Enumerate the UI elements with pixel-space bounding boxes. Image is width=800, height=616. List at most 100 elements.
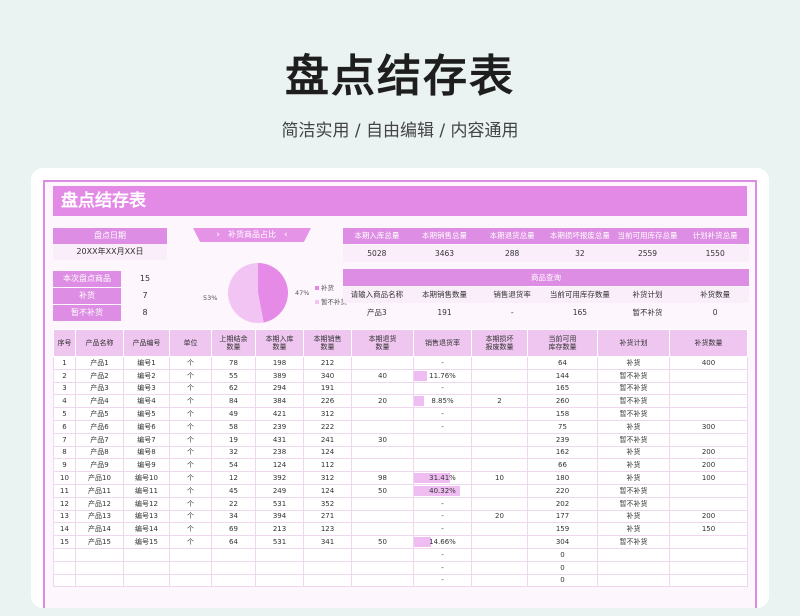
query-header-1: 本期销售数量: [422, 290, 467, 299]
cell-code: 编号14: [123, 522, 170, 537]
table-row: -0: [53, 547, 748, 562]
cell-amt: [669, 573, 748, 588]
cell-amt: [669, 368, 748, 383]
cell-prev: 62: [211, 381, 256, 396]
legend-swatch-restock: [315, 286, 319, 290]
cell-code: 编号8: [123, 445, 170, 460]
cell-stock: 165: [527, 381, 598, 396]
cell-ret: [351, 419, 414, 434]
cell-no: 6: [53, 419, 76, 434]
cell-no: 10: [53, 471, 76, 485]
cell-unit: 个: [169, 432, 212, 447]
cell-ret: [351, 560, 414, 575]
cell-sold: 352: [303, 496, 352, 511]
rate-text: -: [441, 550, 444, 559]
cell-in: 392: [255, 471, 304, 485]
query-header-3: 当前可用库存数量: [549, 290, 610, 299]
cell-name: 产品6: [75, 419, 124, 434]
query-value-0[interactable]: 产品3: [343, 304, 411, 321]
cell-rate: -: [413, 419, 472, 434]
cell-stock: 220: [527, 483, 598, 498]
cell-dmg: [471, 381, 528, 396]
rate-text: -: [441, 422, 444, 431]
cell-plan: 暂不补货: [597, 535, 670, 549]
cell-in: 213: [255, 522, 304, 537]
totals-value-3: 32: [575, 249, 585, 258]
cell-plan: 补货: [597, 471, 670, 485]
cell-code: 编号6: [123, 419, 170, 434]
legend-restock: 补货: [315, 282, 334, 292]
cell-prev: 69: [211, 522, 256, 537]
cell-dmg: [471, 573, 528, 588]
totals-value-row: 5028 3463 288 32 2559 1550: [343, 245, 749, 262]
table-row: -0: [53, 560, 748, 575]
cell-plan: 暂不补货: [597, 368, 670, 383]
query-header-0: 请输入商品名称: [350, 290, 404, 299]
cell-dmg: [471, 547, 528, 562]
cell-rate: 40.32%: [413, 483, 472, 498]
cell-amt: [669, 547, 748, 562]
query-header-row: 请输入商品名称 本期销售数量 销售退货率 当前可用库存数量 补货计划 补货数量: [343, 287, 749, 303]
cell-plan: 补货: [597, 445, 670, 460]
sheet-title: 盘点结存表: [53, 186, 747, 216]
query-header-5: 补货数量: [700, 290, 731, 299]
cell-stock: 75: [527, 419, 598, 434]
cell-in: [255, 560, 304, 575]
cell-no: 2: [53, 368, 76, 383]
rate-text: 40.32%: [429, 486, 456, 495]
cell-name: 产品2: [75, 368, 124, 383]
cell-stock: 0: [527, 560, 598, 575]
cell-code: [123, 573, 170, 588]
cell-name: 产品9: [75, 458, 124, 473]
spreadsheet: 盘点结存表 盘点日期 20XX年XX月XX日 本次盘点商品 15 补货 7 暂不…: [43, 180, 757, 608]
cell-unit: 个: [169, 471, 212, 485]
cell-dmg: 20: [471, 509, 528, 524]
table-row: 9 产品9 编号9 个 54 124 112 66 补货 200: [53, 458, 748, 473]
cell-stock: 158: [527, 407, 598, 421]
query-value-row: 产品3 191 - 165 暂不补货 0: [343, 304, 749, 321]
cell-sold: 226: [303, 394, 352, 409]
date-label: 盘点日期: [53, 228, 167, 244]
cell-ret: 30: [351, 432, 414, 447]
cell-amt: [669, 483, 748, 498]
cell-unit: 个: [169, 394, 212, 409]
cell-prev: 12: [211, 471, 256, 485]
cell-prev: 49: [211, 407, 256, 421]
totals-header-0: 本期入库总量: [354, 231, 400, 240]
cell-stock: 180: [527, 471, 598, 485]
col-header-2: 产品编号: [123, 329, 170, 357]
cell-sold: 191: [303, 381, 352, 396]
cell-in: 394: [255, 509, 304, 524]
cell-name: 产品8: [75, 445, 124, 460]
rate-text: -: [441, 358, 444, 367]
cell-ret: [351, 522, 414, 537]
rate-text: 8.85%: [431, 397, 454, 406]
totals-value-1: 3463: [434, 249, 455, 258]
cell-code: 编号12: [123, 496, 170, 511]
cell-no: 5: [53, 407, 76, 421]
cell-unit: 个: [169, 381, 212, 396]
cell-sold: [303, 547, 352, 562]
cell-dmg: [471, 407, 528, 421]
date-value[interactable]: 20XX年XX月XX日: [53, 244, 167, 260]
table-row: 2 产品2 编号2 个 55 389 340 40 11.76% 144 暂不补货: [53, 368, 748, 383]
cell-prev: 58: [211, 419, 256, 434]
cell-no: 9: [53, 458, 76, 473]
cell-ret: [351, 573, 414, 588]
col-header-1: 产品名称: [75, 329, 124, 357]
cell-sold: 340: [303, 368, 352, 383]
cell-sold: 124: [303, 445, 352, 460]
cell-name: 产品7: [75, 432, 124, 447]
cell-prev: [211, 547, 256, 562]
cell-sold: [303, 560, 352, 575]
pie-banner-label: 补货商品占比: [228, 230, 276, 239]
legend-swatch-no-restock: [315, 300, 319, 304]
col-header-7: 本期退货 数量: [351, 329, 414, 357]
cell-code: 编号7: [123, 432, 170, 447]
cell-amt: 200: [669, 509, 748, 524]
table-row: 12 产品12 编号12 个 22 531 352 - 202 暂不补货: [53, 496, 748, 511]
cell-in: 389: [255, 368, 304, 383]
cell-unit: 个: [169, 356, 212, 370]
cell-plan: 暂不补货: [597, 496, 670, 511]
cell-sold: [303, 573, 352, 588]
